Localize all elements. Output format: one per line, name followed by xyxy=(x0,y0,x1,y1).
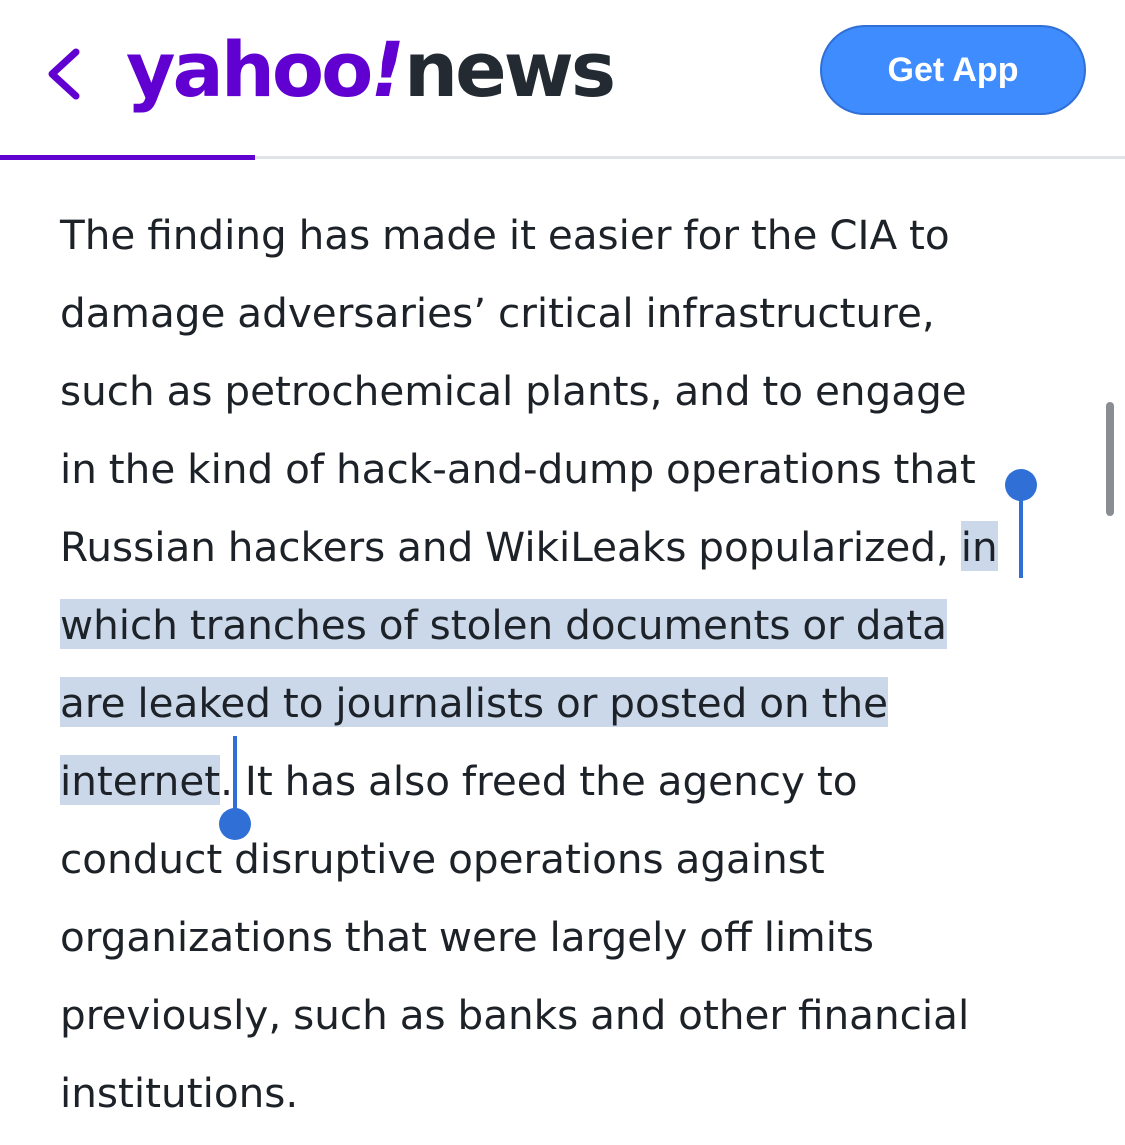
selection-start-handle-stem[interactable] xyxy=(1019,486,1023,578)
yahoo-news-logo[interactable]: yahoo!news xyxy=(126,20,616,120)
selected-text: which tranches of stolen documents or da… xyxy=(60,599,947,649)
article-text: damage adversaries’ critical infrastruct… xyxy=(60,289,935,337)
article-line: in the kind of hack-and-dump operations … xyxy=(60,430,1080,508)
top-nav-bar: yahoo!news Get App xyxy=(0,0,1125,160)
article-text: such as petrochemical plants, and to eng… xyxy=(60,367,967,415)
article-text: organizations that were largely off limi… xyxy=(60,913,874,961)
article-line: Russian hackers and WikiLeaks popularize… xyxy=(60,508,1080,586)
article-text: conduct disruptive operations against xyxy=(60,835,825,883)
article-line: are leaked to journalists or posted on t… xyxy=(60,664,1080,742)
article-line: organizations that were largely off limi… xyxy=(60,898,1080,976)
selected-text: are leaked to journalists or posted on t… xyxy=(60,677,889,727)
back-button[interactable] xyxy=(40,46,90,102)
vertical-scrollbar[interactable] xyxy=(1106,402,1114,516)
article-line: damage adversaries’ critical infrastruct… xyxy=(60,274,1080,352)
chevron-left-icon xyxy=(48,48,80,100)
reading-progress-fill xyxy=(0,155,256,160)
selected-text: in xyxy=(960,521,998,571)
logo-bang: ! xyxy=(370,25,405,114)
article-line: institutions. xyxy=(60,1054,1080,1132)
article-line: such as petrochemical plants, and to eng… xyxy=(60,352,1080,430)
article-text: The finding has made it easier for the C… xyxy=(60,211,950,259)
article-text: . It has also freed the agency to xyxy=(220,757,858,805)
article-paragraph[interactable]: The finding has made it easier for the C… xyxy=(60,196,1080,1132)
reading-progress-bar xyxy=(0,155,1125,160)
article-line: which tranches of stolen documents or da… xyxy=(60,586,1080,664)
article-text: previously, such as banks and other fina… xyxy=(60,991,970,1039)
selection-end-handle-icon[interactable] xyxy=(219,808,251,840)
article-line: The finding has made it easier for the C… xyxy=(60,196,1080,274)
article-body: The finding has made it easier for the C… xyxy=(60,196,1080,1132)
selected-text: internet xyxy=(60,755,221,805)
article-text: Russian hackers and WikiLeaks popularize… xyxy=(60,523,961,571)
article-text: institutions. xyxy=(60,1069,299,1117)
article-line: conduct disruptive operations against xyxy=(60,820,1080,898)
get-app-button[interactable]: Get App xyxy=(820,25,1086,115)
logo-brand: yahoo xyxy=(126,25,373,114)
article-line: internet. It has also freed the agency t… xyxy=(60,742,1080,820)
article-text: in the kind of hack-and-dump operations … xyxy=(60,445,976,493)
logo-section: news xyxy=(404,25,616,114)
article-line: previously, such as banks and other fina… xyxy=(60,976,1080,1054)
